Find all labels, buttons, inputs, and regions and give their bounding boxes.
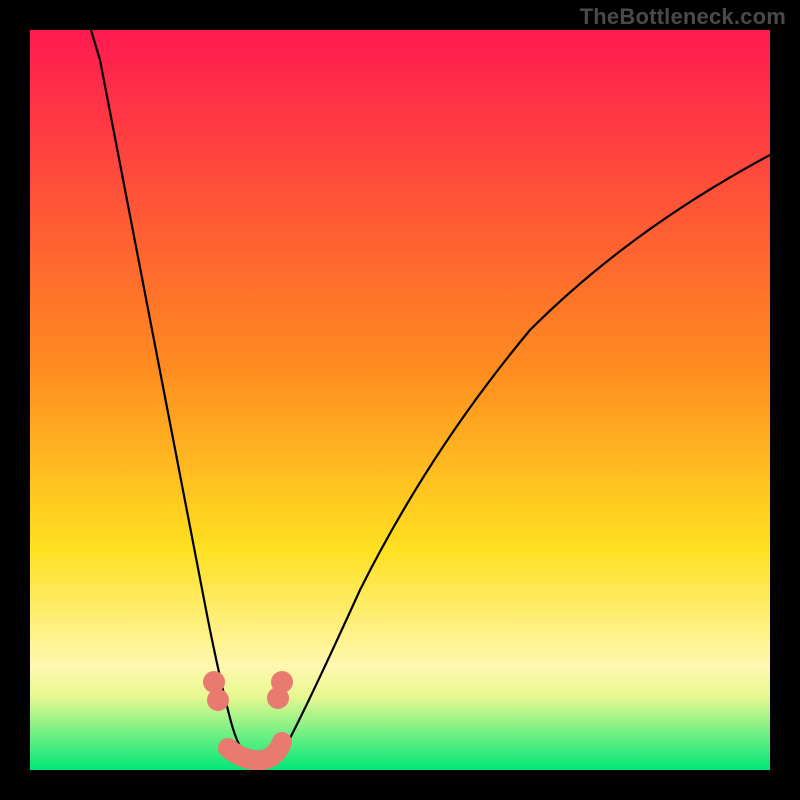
chart-plot-area <box>30 30 770 770</box>
marker-dot <box>207 689 229 711</box>
chart-stage: TheBottleneck.com <box>0 0 800 800</box>
bottleneck-curve <box>30 30 770 770</box>
marker-dot <box>267 687 289 709</box>
curve-path <box>88 30 770 765</box>
watermark-text: TheBottleneck.com <box>580 4 786 30</box>
marker-run <box>228 742 282 760</box>
